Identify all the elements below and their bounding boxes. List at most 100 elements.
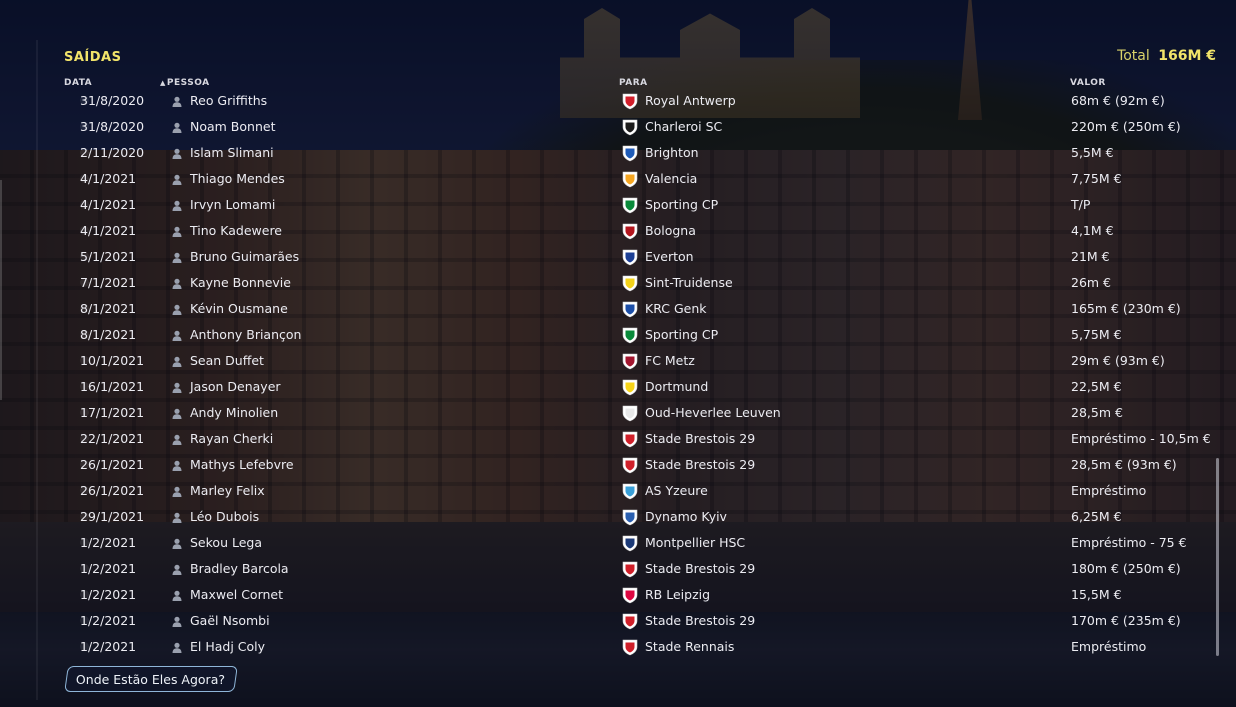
table-row[interactable]: 2/11/2020 Islam Slimani Brighton 5,5M € [64, 140, 1214, 166]
table-row[interactable]: 31/8/2020 Noam Bonnet Charleroi SC 220m € (… [64, 114, 1214, 140]
row-person-link[interactable]: Noam Bonnet [190, 119, 275, 134]
left-edge-scrollbar[interactable] [0, 180, 2, 400]
row-person-link[interactable]: Léo Dubois [190, 509, 259, 524]
vertical-scrollbar[interactable] [1216, 458, 1219, 656]
row-club-link[interactable]: Royal Antwerp [645, 93, 736, 108]
row-person-link[interactable]: Rayan Cherki [190, 431, 273, 446]
row-value: 165m € (230m €) [1071, 301, 1181, 316]
row-person-link[interactable]: Islam Slimani [190, 145, 274, 160]
row-person-link[interactable]: Sekou Lega [190, 535, 262, 550]
row-person-link[interactable]: Irvyn Lomami [190, 197, 275, 212]
row-person-link[interactable]: Jason Denayer [190, 379, 281, 394]
where-are-they-now-button[interactable]: Onde Estão Eles Agora? [64, 666, 238, 692]
row-club-link[interactable]: RB Leipzig [645, 587, 710, 602]
club-crest-icon [621, 430, 639, 448]
row-club-link[interactable]: Stade Brestois 29 [645, 431, 755, 446]
row-club-link[interactable]: Dynamo Kyiv [645, 509, 727, 524]
club-crest-icon [621, 274, 639, 292]
row-person-link[interactable]: Mathys Lefebvre [190, 457, 294, 472]
club-crest-icon [621, 404, 639, 422]
person-icon [172, 537, 182, 549]
table-row[interactable]: 1/2/2021 Maxwel Cornet RB Leipzig 15,5M € [64, 582, 1214, 608]
table-row[interactable]: 7/1/2021 Kayne Bonnevie Sint-Truidense 26m … [64, 270, 1214, 296]
table-row[interactable]: 1/2/2021 Gaël Nsombi Stade Brestois 29 170m… [64, 608, 1214, 634]
row-value: 22,5M € [1071, 379, 1122, 394]
row-club-link[interactable]: Stade Brestois 29 [645, 457, 755, 472]
row-club-link[interactable]: Dortmund [645, 379, 708, 394]
row-value: 4,1M € [1071, 223, 1114, 238]
row-value: 28,5m € (93m €) [1071, 457, 1177, 472]
person-icon [172, 381, 182, 393]
row-club-link[interactable]: Stade Rennais [645, 639, 734, 654]
row-person-link[interactable]: Reo Griffiths [190, 93, 267, 108]
row-club-link[interactable]: Sporting CP [645, 197, 718, 212]
table-row[interactable]: 26/1/2021 Marley Felix AS Yzeure Empréstimo [64, 478, 1214, 504]
row-club-link[interactable]: Stade Brestois 29 [645, 613, 755, 628]
table-row[interactable]: 1/2/2021 Sekou Lega Montpellier HSC Emprést… [64, 530, 1214, 556]
table-row[interactable]: 17/1/2021 Andy Minolien Oud-Heverlee Leuve… [64, 400, 1214, 426]
person-icon [172, 303, 182, 315]
row-club-link[interactable]: AS Yzeure [645, 483, 708, 498]
row-value: 28,5m € [1071, 405, 1123, 420]
row-club-link[interactable]: Charleroi SC [645, 119, 722, 134]
row-person-link[interactable]: Tino Kadewere [190, 223, 282, 238]
table-row[interactable]: 29/1/2021 Léo Dubois Dynamo Kyiv 6,25M € [64, 504, 1214, 530]
row-date: 1/2/2021 [80, 639, 137, 654]
row-person-link[interactable]: Bradley Barcola [190, 561, 289, 576]
person-icon [172, 459, 182, 471]
row-club-link[interactable]: Bologna [645, 223, 696, 238]
row-club-link[interactable]: Sint-Truidense [645, 275, 733, 290]
row-club-link[interactable]: KRC Genk [645, 301, 707, 316]
table-row[interactable]: 8/1/2021 Anthony Briançon Sporting CP 5,75M… [64, 322, 1214, 348]
row-person-link[interactable]: Thiago Mendes [190, 171, 285, 186]
row-person-link[interactable]: Kayne Bonnevie [190, 275, 291, 290]
table-row[interactable]: 10/1/2021 Sean Duffet FC Metz 29m € (93m €) [64, 348, 1214, 374]
row-person-link[interactable]: Marley Felix [190, 483, 265, 498]
row-person-link[interactable]: Bruno Guimarães [190, 249, 299, 264]
column-header-person[interactable]: ▲PESSOA [160, 78, 210, 88]
row-person-link[interactable]: El Hadj Coly [190, 639, 265, 654]
row-club-link[interactable]: Valencia [645, 171, 697, 186]
table-row[interactable]: 1/2/2021 El Hadj Coly Stade Rennais Emprést… [64, 634, 1214, 660]
club-crest-icon [621, 482, 639, 500]
table-row[interactable]: 26/1/2021 Mathys Lefebvre Stade Brestois 2… [64, 452, 1214, 478]
row-value: Empréstimo - 75 € [1071, 535, 1187, 550]
table-row[interactable]: 4/1/2021 Thiago Mendes Valencia 7,75M € [64, 166, 1214, 192]
row-person-link[interactable]: Kévin Ousmane [190, 301, 288, 316]
row-club-link[interactable]: Sporting CP [645, 327, 718, 342]
table-row[interactable]: 31/8/2020 Reo Griffiths Royal Antwerp 68m €… [64, 89, 1214, 114]
club-crest-icon [621, 196, 639, 214]
table-row[interactable]: 16/1/2021 Jason Denayer Dortmund 22,5M € [64, 374, 1214, 400]
row-club-link[interactable]: FC Metz [645, 353, 695, 368]
row-person-link[interactable]: Anthony Briançon [190, 327, 301, 342]
table-row[interactable]: 5/1/2021 Bruno Guimarães Everton 21M € [64, 244, 1214, 270]
sort-asc-icon: ▲ [160, 79, 166, 87]
person-icon [172, 355, 182, 367]
row-club-link[interactable]: Stade Brestois 29 [645, 561, 755, 576]
row-club-link[interactable]: Oud-Heverlee Leuven [645, 405, 781, 420]
column-header-to[interactable]: PARA [619, 78, 648, 88]
row-club-link[interactable]: Brighton [645, 145, 699, 160]
row-club-link[interactable]: Everton [645, 249, 694, 264]
person-icon [172, 641, 182, 653]
person-icon [172, 433, 182, 445]
table-row[interactable]: 1/2/2021 Bradley Barcola Stade Brestois 29… [64, 556, 1214, 582]
panel-title: SAÍDAS [64, 50, 122, 65]
column-header-value[interactable]: VALOR [1070, 78, 1106, 88]
table-row[interactable]: 22/1/2021 Rayan Cherki Stade Brestois 29 Em… [64, 426, 1214, 452]
row-club-link[interactable]: Montpellier HSC [645, 535, 745, 550]
row-date: 31/8/2020 [80, 93, 145, 108]
row-person-link[interactable]: Sean Duffet [190, 353, 264, 368]
row-date: 1/2/2021 [80, 587, 137, 602]
departures-panel: SAÍDAS Total 166M € DATA ▲PESSOA PARA VA… [36, 40, 1228, 700]
row-person-link[interactable]: Andy Minolien [190, 405, 278, 420]
table-row[interactable]: 4/1/2021 Irvyn Lomami Sporting CP T/P [64, 192, 1214, 218]
row-person-link[interactable]: Gaël Nsombi [190, 613, 270, 628]
person-icon [172, 511, 182, 523]
row-value: 21M € [1071, 249, 1110, 264]
row-person-link[interactable]: Maxwel Cornet [190, 587, 283, 602]
row-value: 170m € (235m €) [1071, 613, 1181, 628]
column-header-date[interactable]: DATA [64, 78, 92, 88]
table-row[interactable]: 4/1/2021 Tino Kadewere Bologna 4,1M € [64, 218, 1214, 244]
table-row[interactable]: 8/1/2021 Kévin Ousmane KRC Genk 165m € (230… [64, 296, 1214, 322]
